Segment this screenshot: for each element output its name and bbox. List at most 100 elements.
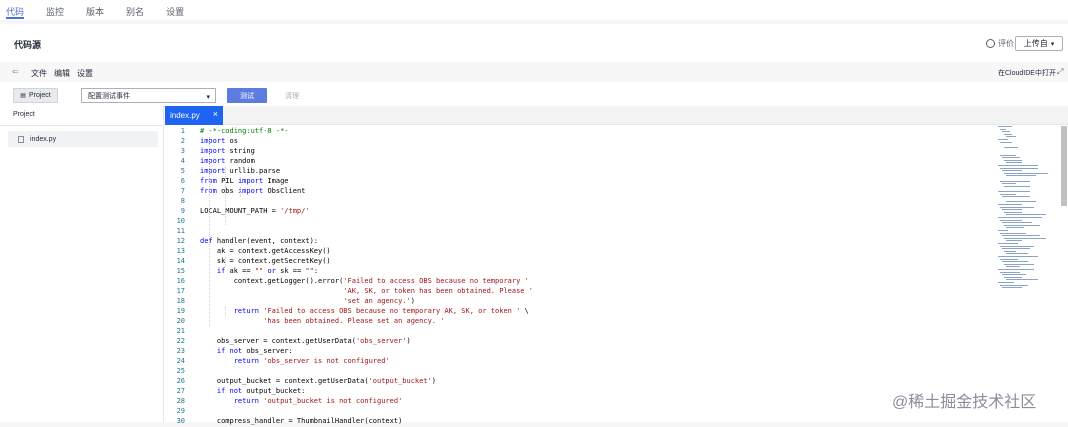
code-line: 30 compress_handler = ThumbnailHandler(c…	[165, 417, 995, 427]
minimap-line	[1004, 172, 1048, 174]
clear-button[interactable]: 清理	[279, 88, 305, 103]
project-toggle-button[interactable]: ▤ Project	[13, 88, 58, 103]
line-number: 6	[180, 177, 185, 185]
tab-4[interactable]: 设置	[166, 0, 184, 20]
minimap-line	[1002, 248, 1030, 250]
minimap-line	[1004, 237, 1046, 239]
minimap-line	[1000, 258, 1018, 260]
line-number: 20	[176, 317, 185, 325]
tab-1[interactable]: 监控	[46, 0, 64, 20]
open-cloud-ide-link[interactable]: 在CloudIDE中打开	[998, 68, 1056, 78]
test-button[interactable]: 测试	[227, 88, 267, 103]
line-text: context.getLogger().error('Failed to acc…	[200, 277, 529, 285]
minimap-line	[1000, 180, 1030, 182]
line-text: if not obs_server:	[216, 347, 293, 355]
project-sidebar: Project index.py	[0, 106, 164, 422]
editor-tab-index-py[interactable]: index.py ×	[165, 106, 223, 125]
code-area[interactable]: 1 # -*-coding:utf-8 -*- 2 import os 3 import …	[165, 126, 1068, 425]
line-text: obs_server = context.getUserData('obs_se…	[200, 337, 411, 345]
code-line: 16 context.getLogger().error('Failed to …	[165, 277, 995, 287]
code-line: 14 sk = context.getSecretKey()	[165, 257, 995, 267]
minimap-line	[1006, 253, 1028, 255]
minimap-line	[998, 204, 1022, 205]
line-text: if not output_bucket:	[216, 387, 306, 395]
code-line: 27 if not output_bucket:	[165, 387, 995, 397]
minimap-line	[1000, 232, 1026, 234]
line-text: return 'obs_server is not configured'	[233, 357, 390, 365]
minimap-line	[998, 230, 1008, 231]
project-icon: ▤	[20, 93, 26, 99]
line-text: # -*-coding:utf-8 -*-	[200, 127, 289, 135]
smile-icon	[986, 39, 995, 48]
code-line: 28 return 'output_bucket is not configur…	[165, 397, 995, 407]
chevron-down-icon: ▾	[1050, 40, 1055, 48]
line-number: 7	[180, 187, 185, 195]
minimap-line	[998, 191, 1030, 192]
line-text: output_bucket = context.getUserData('out…	[200, 377, 437, 385]
rate-button[interactable]: 评价	[986, 38, 1014, 49]
minimap-line	[1002, 183, 1016, 185]
test-event-select[interactable]: 配置测试事件 ▾	[81, 88, 216, 103]
minimap[interactable]	[998, 126, 1060, 296]
minimap-line	[1006, 227, 1024, 229]
menu-settings[interactable]: 设置	[77, 68, 93, 79]
line-number: 28	[176, 397, 185, 405]
minimap-line	[1002, 235, 1040, 237]
minimap-line	[1002, 209, 1022, 211]
code-line: 7 from obs import ObsClient	[165, 187, 995, 197]
back-arrow-icon[interactable]: ⇐	[12, 67, 19, 76]
line-number: 12	[176, 237, 185, 245]
line-number: 24	[176, 357, 185, 365]
line-text: import os	[200, 137, 238, 145]
minimap-line	[1000, 245, 1034, 247]
line-text: 'has been obtained. Please set an agency…	[263, 317, 445, 325]
code-line: 20 'has been obtained. Please set an age…	[165, 317, 995, 327]
code-line: 10	[165, 217, 995, 227]
indent-guide	[209, 137, 210, 327]
editor-tabbar: index.py ×	[165, 106, 1068, 125]
minimap-line	[1002, 131, 1010, 133]
watermark: @稀土掘金技术社区	[892, 394, 1037, 411]
line-number: 26	[176, 377, 185, 385]
menu-edit[interactable]: 编辑	[54, 68, 70, 79]
scrollbar[interactable]	[1061, 126, 1067, 206]
line-number: 19	[176, 307, 185, 315]
line-number: 14	[176, 257, 185, 265]
code-line: 22 obs_server = context.getUserData('obs…	[165, 337, 995, 347]
minimap-line	[1006, 279, 1038, 281]
line-text: sk = context.getSecretKey()	[200, 257, 331, 265]
line-number: 4	[180, 157, 185, 165]
indent-guide	[225, 307, 226, 317]
line-text: LOCAL_MOUNT_PATH = '/tmp/'	[200, 207, 310, 215]
line-text: compress_handler = ThumbnailHandler(cont…	[200, 417, 403, 425]
minimap-line	[1004, 146, 1018, 148]
code-line: 29	[165, 407, 995, 417]
code-line: 15 if ak == "" or sk == "":	[165, 267, 995, 277]
code-line: 12 def handler(event, context):	[165, 237, 995, 247]
close-icon[interactable]: ×	[213, 109, 218, 119]
line-number: 1	[180, 127, 185, 135]
minimap-line	[1000, 219, 1022, 221]
minimap-line	[1002, 274, 1026, 276]
menu-file[interactable]: 文件	[31, 68, 47, 79]
line-number: 5	[180, 167, 185, 175]
line-number: 18	[176, 297, 185, 305]
ide-menubar: ⇐ 文件 编辑 设置 在CloudIDE中打开 ⤢	[0, 62, 1068, 82]
minimap-line	[1002, 157, 1020, 159]
minimap-line	[1006, 175, 1036, 177]
line-number: 25	[176, 367, 185, 375]
line-text: 'AK, SK, or token has been obtained. Ple…	[343, 287, 533, 295]
minimap-line	[1000, 193, 1016, 195]
top-nav: 代码 监控 版本 别名 设置	[0, 0, 1068, 20]
expand-icon[interactable]: ⤢	[1057, 67, 1063, 77]
code-line: 24 return 'obs_server is not configured'	[165, 357, 995, 367]
tab-3[interactable]: 别名	[126, 0, 144, 20]
minimap-line	[1002, 170, 1022, 172]
tab-0[interactable]: 代码	[6, 0, 25, 20]
line-number: 8	[180, 197, 185, 205]
upload-dropdown[interactable]: 上传自 ▾	[1015, 36, 1063, 51]
tab-2[interactable]: 版本	[86, 0, 104, 20]
file-item-index-py[interactable]: index.py	[8, 131, 158, 147]
line-number: 17	[176, 287, 185, 295]
minimap-line	[1000, 206, 1034, 208]
